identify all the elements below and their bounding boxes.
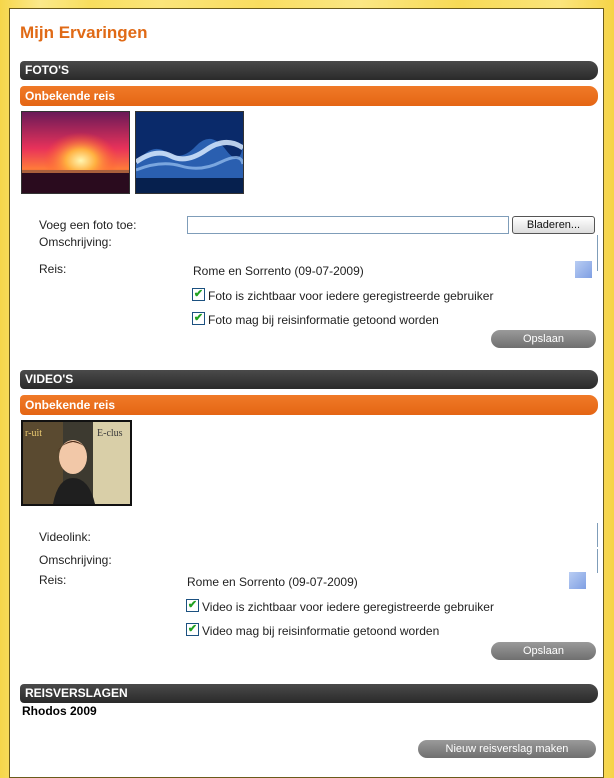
video-visible-checkbox[interactable]: ✔ xyxy=(186,599,199,612)
photo-visible-checkbox[interactable]: ✔ xyxy=(192,288,205,301)
video-visible-label: Video is zichtbaar voor iedere geregistr… xyxy=(202,600,494,614)
add-photo-label: Voeg een foto toe: xyxy=(39,218,137,232)
svg-text:E-clus: E-clus xyxy=(97,428,123,439)
photo-show-label: Foto mag bij reisinformatie getoond word… xyxy=(208,313,439,327)
video-trip-value: Rome en Sorrento (09-07-2009) xyxy=(187,575,358,589)
content-panel: Mijn Ervaringen FOTO'S Onbekende reis Vo… xyxy=(9,8,604,778)
reisverslagen-section-header: REISVERSLAGEN xyxy=(20,684,598,703)
fotos-section-header: FOTO'S xyxy=(20,61,598,80)
video-link-label: Videolink: xyxy=(39,530,91,544)
save-video-button[interactable]: Opslaan xyxy=(491,642,596,660)
page-title: Mijn Ervaringen xyxy=(20,23,148,42)
videos-group-header: Onbekende reis xyxy=(20,395,598,415)
photo-show-checkbox[interactable]: ✔ xyxy=(192,312,205,325)
photo-description-field[interactable] xyxy=(597,235,598,271)
video-thumbnail[interactable]: r-uit E-clus xyxy=(21,420,132,506)
fotos-group-header: Onbekende reis xyxy=(20,86,598,106)
video-link-field[interactable] xyxy=(597,523,598,547)
photo-thumbnail-sunset[interactable] xyxy=(21,111,130,194)
photo-trip-value: Rome en Sorrento (09-07-2009) xyxy=(193,264,364,278)
travel-report-item[interactable]: Rhodos 2009 xyxy=(22,704,97,718)
save-photo-button[interactable]: Opslaan xyxy=(491,330,596,348)
photo-trip-label: Reis: xyxy=(39,262,67,276)
svg-text:r-uit: r-uit xyxy=(25,428,42,439)
photo-description-label: Omschrijving: xyxy=(39,235,112,249)
video-trip-label: Reis: xyxy=(39,573,67,587)
video-show-checkbox[interactable]: ✔ xyxy=(186,623,199,636)
video-description-label: Omschrijving: xyxy=(39,553,112,567)
browse-button[interactable]: Bladeren... xyxy=(512,216,595,234)
trip-picker-icon[interactable] xyxy=(575,261,592,278)
photo-thumbnail-wave[interactable] xyxy=(135,111,244,194)
photo-visible-label: Foto is zichtbaar voor iedere geregistre… xyxy=(208,289,494,303)
video-show-label: Video mag bij reisinformatie getoond wor… xyxy=(202,624,440,638)
video-description-field[interactable] xyxy=(597,549,598,573)
new-travel-report-button[interactable]: Nieuw reisverslag maken xyxy=(418,740,596,758)
trip-picker-icon[interactable] xyxy=(569,572,586,589)
photo-file-input[interactable] xyxy=(187,216,509,234)
videos-section-header: VIDEO'S xyxy=(20,370,598,389)
